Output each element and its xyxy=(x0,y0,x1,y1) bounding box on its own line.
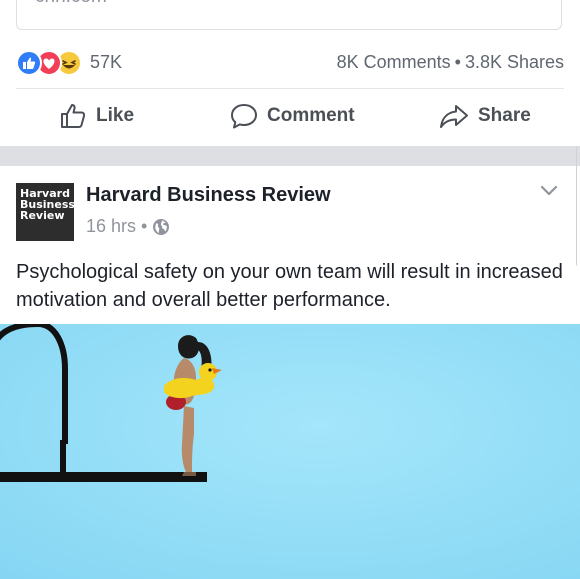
reaction-icons[interactable] xyxy=(16,50,86,76)
page-avatar[interactable]: Harvard Business Review xyxy=(16,183,75,241)
reaction-count[interactable]: 57K xyxy=(90,52,122,73)
post-image[interactable] xyxy=(0,324,580,579)
post-message: Psychological safety on your own team wi… xyxy=(16,261,563,311)
divider xyxy=(16,88,564,89)
link-domain: cnn.com xyxy=(35,0,107,8)
comments-count[interactable]: 8K Comments xyxy=(337,52,451,72)
reactions-summary[interactable]: 57K 8K Comments • 3.8K Shares xyxy=(16,48,564,78)
scrollbar[interactable] xyxy=(576,146,580,266)
post-action-bar: Like Comment Share xyxy=(0,96,580,138)
like-reaction-icon xyxy=(16,50,42,76)
stats-separator: • xyxy=(454,52,461,72)
page-name-link[interactable]: Harvard Business Review xyxy=(86,184,331,207)
globe-icon xyxy=(153,218,170,235)
post-meta: 16 hrs • xyxy=(86,216,170,237)
comment-label: Comment xyxy=(267,105,355,126)
thumbs-up-icon xyxy=(61,104,86,128)
share-button[interactable]: Share xyxy=(438,96,531,136)
link-preview-card[interactable]: cnn.com xyxy=(16,0,562,30)
share-arrow-icon xyxy=(440,105,468,128)
like-button[interactable]: Like xyxy=(58,96,134,136)
share-label: Share xyxy=(478,105,531,126)
shares-count[interactable]: 3.8K Shares xyxy=(465,52,564,72)
chevron-down-icon[interactable] xyxy=(538,180,560,202)
post-timestamp[interactable]: 16 hrs xyxy=(86,216,136,237)
comment-button[interactable]: Comment xyxy=(229,96,355,136)
post-header: Harvard Business Review Harvard Business… xyxy=(0,166,580,256)
logo-line: Review xyxy=(20,209,65,222)
like-label: Like xyxy=(96,105,135,126)
feed-separator xyxy=(0,146,580,166)
meta-separator: • xyxy=(141,216,148,236)
diving-board-illustration xyxy=(0,324,580,579)
engagement-stats: 8K Comments • 3.8K Shares xyxy=(337,52,564,73)
comment-icon xyxy=(231,104,257,129)
